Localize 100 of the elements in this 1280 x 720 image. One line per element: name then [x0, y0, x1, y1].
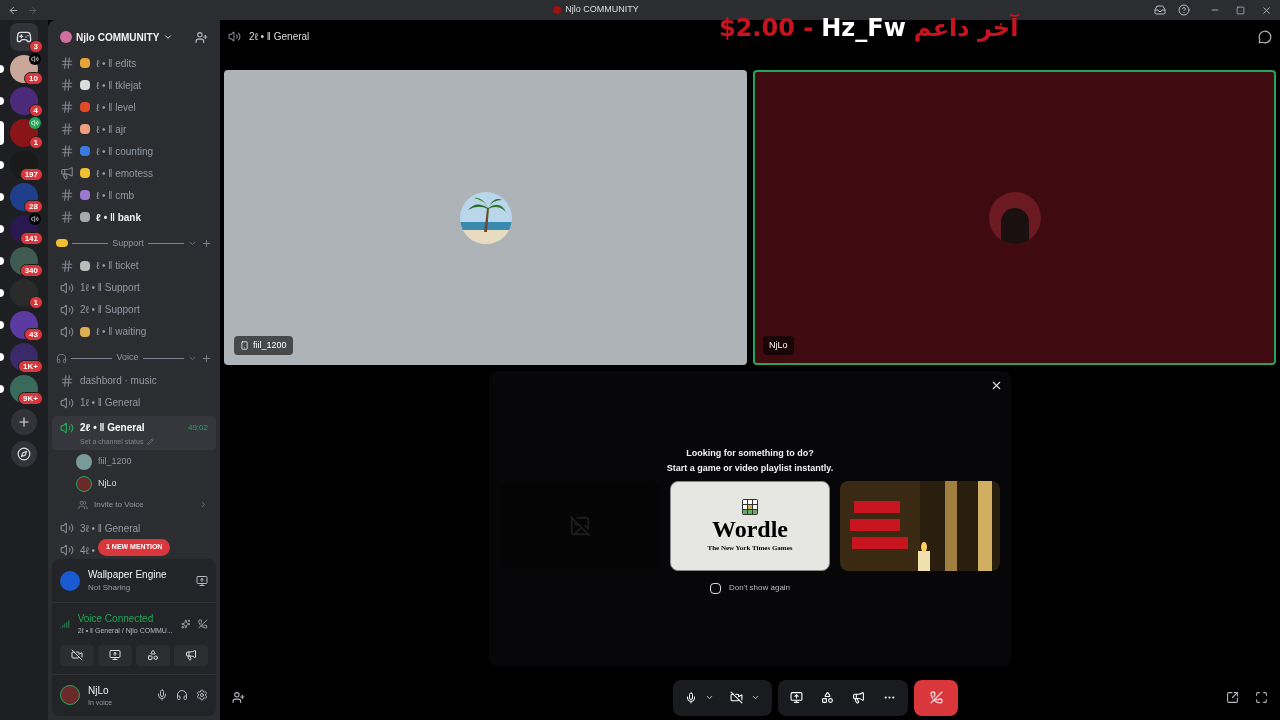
fullscreen-icon[interactable]: [1255, 691, 1268, 704]
camera-button[interactable]: [60, 644, 94, 666]
unread-badge: 197: [19, 168, 43, 181]
grid-icon: [742, 498, 758, 515]
hash-icon: [60, 373, 74, 388]
disconnect-icon[interactable]: [198, 617, 208, 630]
add-channel-icon[interactable]: [201, 352, 212, 364]
server-item[interactable]: 197: [0, 149, 48, 181]
server-item[interactable]: 10: [0, 53, 48, 85]
unread-badge: 43: [24, 328, 43, 341]
add-channel-icon[interactable]: [201, 237, 212, 249]
avatar[interactable]: [60, 685, 80, 706]
server-item[interactable]: 1K+: [0, 341, 48, 373]
channel-item[interactable]: ℓ • ǁ bank: [52, 208, 216, 226]
channel-item[interactable]: ℓ • ǁ ticket: [52, 256, 216, 275]
add-server-button[interactable]: [11, 409, 37, 435]
invite-icon[interactable]: [195, 30, 208, 44]
headphones-icon[interactable]: [176, 689, 188, 702]
channel-item[interactable]: ℓ • ǁ tklejat: [52, 76, 216, 94]
camera-off-icon[interactable]: [730, 691, 743, 704]
soundboard-icon[interactable]: [852, 691, 865, 704]
speaker-icon: [60, 280, 74, 295]
server-item[interactable]: 9K+: [0, 373, 48, 405]
server-item[interactable]: 4: [0, 85, 48, 117]
mic-icon[interactable]: [156, 689, 168, 702]
server-item[interactable]: 3: [0, 21, 48, 53]
member-name[interactable]: fiil_1200: [98, 454, 132, 469]
server-icon: [60, 31, 72, 43]
server-item[interactable]: 43: [0, 309, 48, 341]
chat-icon[interactable]: [1258, 29, 1272, 44]
channel-item[interactable]: dashbord · music: [52, 371, 216, 390]
channel-item[interactable]: 3ℓ • ǁ General: [52, 519, 216, 537]
home-button[interactable]: [10, 23, 38, 51]
server-item[interactable]: 28: [0, 181, 48, 213]
people-icon: [78, 499, 88, 510]
channel-item[interactable]: 1ℓ • ǁ Support: [52, 278, 216, 297]
close-icon[interactable]: [1261, 4, 1272, 16]
help-icon[interactable]: [1178, 4, 1190, 16]
inbox-icon[interactable]: [1154, 4, 1166, 16]
disconnect-button[interactable]: [914, 679, 958, 716]
video-tile[interactable]: fiil_1200: [224, 70, 747, 365]
server-icon[interactable]: [10, 311, 38, 339]
hash-icon: [60, 188, 74, 202]
server-item[interactable]: 1: [0, 277, 48, 309]
channel-item[interactable]: ℓ • ǁ edits: [52, 54, 216, 72]
hash-icon: [60, 210, 74, 224]
chevron-icon[interactable]: [705, 693, 714, 702]
overlay-text: $2.00 -: [718, 12, 814, 44]
server-item[interactable]: 141: [0, 213, 48, 245]
channel-item[interactable]: ℓ • ǁ waiting: [52, 322, 216, 341]
server-item[interactable]: 340: [0, 245, 48, 277]
category-label[interactable]: Voice: [116, 351, 139, 365]
channel-item[interactable]: 2ℓ • ǁ Support: [52, 300, 216, 319]
speaker-icon: [60, 302, 74, 317]
soundboard-button[interactable]: [174, 644, 208, 666]
app-icon: [553, 6, 562, 14]
name-tag: fiil_1200: [234, 335, 293, 355]
speaker-icon: [60, 395, 74, 410]
megaphone-icon: [185, 649, 197, 661]
channel-item[interactable]: ℓ • ǁ cmb: [52, 186, 216, 204]
activities-button[interactable]: [136, 644, 170, 666]
category-label[interactable]: Support: [112, 236, 144, 251]
hang-up-icon: [929, 691, 943, 704]
maximize-icon[interactable]: [1236, 5, 1245, 15]
activity-title: Wallpaper Engine: [88, 568, 168, 582]
chevron-icon[interactable]: [751, 693, 760, 702]
close-icon[interactable]: [990, 379, 1003, 392]
speaker-icon: [60, 324, 74, 339]
activities-icon[interactable]: [821, 691, 834, 704]
video-tile[interactable]: NjLo: [753, 70, 1276, 365]
channel-item[interactable]: ℓ • ǁ counting: [52, 142, 216, 160]
discover-button[interactable]: [11, 441, 37, 467]
overlay-text: Hz_Fw: [821, 12, 906, 44]
channel-item[interactable]: 1ℓ • ǁ General: [52, 393, 216, 412]
server-name[interactable]: Njlo COMMUNITY: [76, 29, 160, 45]
invite-link[interactable]: Invite to Voice: [94, 498, 193, 511]
member-name[interactable]: NjLo: [98, 476, 117, 491]
dont-show-checkbox[interactable]: Don't show again: [709, 582, 791, 594]
screen-share-icon[interactable]: [790, 691, 803, 704]
invite-icon[interactable]: [232, 691, 245, 704]
popout-icon[interactable]: [1226, 691, 1239, 704]
screen-share-button[interactable]: [98, 644, 132, 666]
speaker-icon: [60, 543, 74, 557]
back-icon[interactable]: [8, 4, 19, 16]
hash-icon: [60, 100, 74, 114]
hash-icon: [60, 78, 74, 92]
server-item[interactable]: 1: [0, 117, 48, 149]
settings-icon[interactable]: [196, 689, 208, 702]
channel-item[interactable]: ℓ • ǁ level: [52, 98, 216, 116]
channel-item[interactable]: ℓ • ǁ ajr: [52, 120, 216, 138]
unread-badge: 1K+: [18, 360, 43, 373]
chevron-icon[interactable]: [163, 32, 174, 42]
channel-item[interactable]: ℓ • ǁ emotess: [52, 164, 216, 182]
hash-icon: [60, 56, 74, 70]
unread-badge: 9K+: [18, 392, 43, 405]
unread-badge: 141: [19, 232, 43, 245]
user-name: NjLo: [88, 683, 110, 698]
share-screen-icon[interactable]: [196, 574, 208, 587]
mic-icon[interactable]: [685, 691, 697, 704]
megaphone-icon: [60, 166, 74, 180]
